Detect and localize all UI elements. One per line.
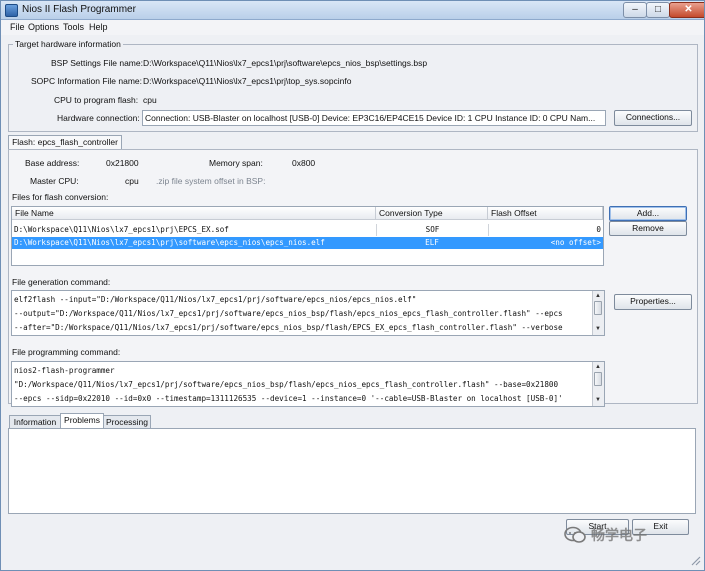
files-table: File Name Conversion Type Flash Offset D… bbox=[11, 206, 604, 266]
sopc-label: SOPC Information File name: bbox=[31, 76, 143, 86]
maximize-button[interactable]: □ bbox=[646, 2, 670, 18]
tab-flash-epcs[interactable]: Flash: epcs_flash_controller bbox=[8, 135, 122, 150]
hardware-connection-label: Hardware connection: bbox=[57, 113, 140, 123]
flash-offset-cell: <no offset> bbox=[550, 238, 601, 247]
scroll-down-icon[interactable]: ▼ bbox=[594, 325, 602, 333]
tab-information[interactable]: Information bbox=[9, 415, 61, 429]
add-button[interactable]: Add... bbox=[609, 206, 687, 221]
target-hardware-title: Target hardware information bbox=[13, 39, 123, 49]
programming-command-box[interactable]: nios2-flash-programmer "D:/Workspace/Q11… bbox=[11, 361, 605, 407]
scroll-up-icon[interactable]: ▲ bbox=[594, 363, 602, 371]
bsp-label: BSP Settings File name: bbox=[51, 58, 143, 68]
generation-line-2: --output="D:/Workspace/Q11/Nios/lx7_epcs… bbox=[14, 309, 563, 318]
memory-span-value: 0x800 bbox=[292, 158, 316, 168]
programming-line-1: nios2-flash-programmer bbox=[14, 366, 115, 375]
watermark-text: 畅学电子 bbox=[591, 527, 647, 543]
tab-processing[interactable]: Processing bbox=[103, 415, 151, 429]
flash-offset-cell: 0 bbox=[488, 224, 603, 236]
master-cpu-label: Master CPU: bbox=[30, 176, 79, 186]
hardware-connection-field: Connection: USB-Blaster on localhost [US… bbox=[142, 110, 606, 126]
problems-panel bbox=[8, 428, 696, 514]
minimize-button[interactable]: – bbox=[623, 2, 647, 18]
column-header-file-name[interactable]: File Name bbox=[12, 207, 376, 220]
programming-line-3: --epcs --sidp=0x22010 --id=0x0 --timesta… bbox=[14, 394, 563, 403]
generation-scrollbar[interactable]: ▲ ▼ bbox=[592, 291, 604, 335]
flash-programmer-window: Nios II Flash Programmer – □ ✕ File Opti… bbox=[0, 0, 705, 571]
generation-command-label: File generation command: bbox=[12, 277, 111, 287]
menu-file[interactable]: File bbox=[10, 22, 25, 32]
generation-line-1: elf2flash --input="D:/Workspace/Q11/Nios… bbox=[14, 295, 417, 304]
cpu-value: cpu bbox=[143, 95, 157, 105]
master-cpu-value: cpu bbox=[125, 176, 139, 186]
menu-bar: File Options Tools Help bbox=[1, 20, 704, 35]
base-address-label: Base address: bbox=[25, 158, 80, 168]
column-header-conversion-type[interactable]: Conversion Type bbox=[376, 207, 488, 220]
memory-span-label: Memory span: bbox=[209, 158, 263, 168]
files-section-label: Files for flash conversion: bbox=[12, 192, 109, 202]
generation-command-box[interactable]: elf2flash --input="D:/Workspace/Q11/Nios… bbox=[11, 290, 605, 336]
connections-button[interactable]: Connections... bbox=[614, 110, 692, 126]
window-title: Nios II Flash Programmer bbox=[22, 4, 136, 15]
scroll-up-icon[interactable]: ▲ bbox=[594, 292, 602, 300]
app-icon bbox=[5, 4, 18, 17]
column-header-flash-offset[interactable]: Flash Offset bbox=[488, 207, 603, 220]
menu-help[interactable]: Help bbox=[89, 22, 108, 32]
title-bar[interactable]: Nios II Flash Programmer – □ ✕ bbox=[1, 1, 704, 20]
cpu-label: CPU to program flash: bbox=[54, 95, 139, 105]
table-row-selected[interactable]: D:\Workspace\Q11\Nios\lx7_epcs1\prj\soft… bbox=[12, 237, 603, 249]
scroll-thumb[interactable] bbox=[594, 372, 602, 386]
properties-button[interactable]: Properties... bbox=[614, 294, 692, 310]
generation-line-3: --after="D:/Workspace/Q11/Nios/lx7_epcs1… bbox=[14, 323, 563, 332]
conversion-type-cell: SOF bbox=[376, 224, 488, 236]
menu-options[interactable]: Options bbox=[28, 22, 59, 32]
scroll-thumb[interactable] bbox=[594, 301, 602, 315]
close-button[interactable]: ✕ bbox=[669, 2, 704, 18]
programming-line-2: "D:/Workspace/Q11/Nios/lx7_epcs1/prj/sof… bbox=[14, 380, 559, 389]
file-name-cell: D:\Workspace\Q11\Nios\lx7_epcs1\prj\soft… bbox=[14, 238, 325, 247]
zip-offset-label: .zip file system offset in BSP: bbox=[156, 176, 266, 186]
file-name-cell: D:\Workspace\Q11\Nios\lx7_epcs1\prj\EPCS… bbox=[14, 225, 229, 234]
conversion-type-cell: ELF bbox=[425, 238, 439, 247]
wechat-logo-icon bbox=[563, 525, 587, 545]
tab-problems[interactable]: Problems bbox=[60, 413, 104, 429]
bsp-value: D:\Workspace\Q11\Nios\lx7_epcs1\prj\soft… bbox=[143, 58, 428, 68]
sopc-value: D:\Workspace\Q11\Nios\lx7_epcs1\prj\top_… bbox=[143, 76, 352, 86]
programming-scrollbar[interactable]: ▲ ▼ bbox=[592, 362, 604, 406]
remove-button[interactable]: Remove bbox=[609, 221, 687, 236]
programming-command-label: File programming command: bbox=[12, 347, 121, 357]
scroll-down-icon[interactable]: ▼ bbox=[594, 396, 602, 404]
resize-grip-icon[interactable] bbox=[689, 554, 701, 566]
table-row[interactable]: D:\Workspace\Q11\Nios\lx7_epcs1\prj\EPCS… bbox=[12, 224, 603, 236]
menu-tools[interactable]: Tools bbox=[63, 22, 84, 32]
base-address-value: 0x21800 bbox=[106, 158, 139, 168]
